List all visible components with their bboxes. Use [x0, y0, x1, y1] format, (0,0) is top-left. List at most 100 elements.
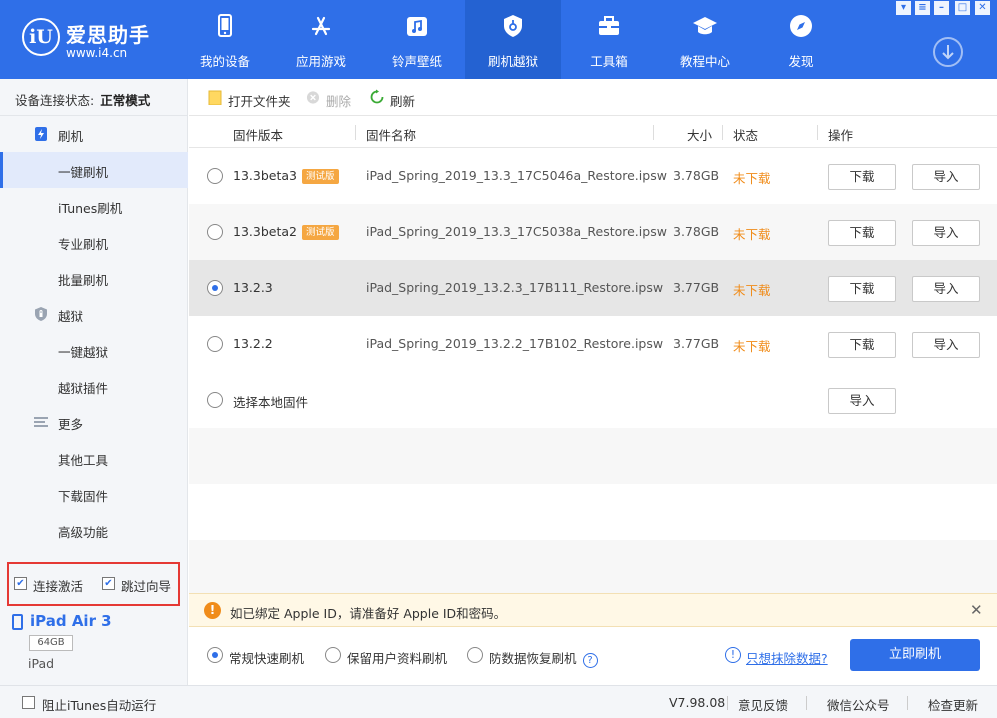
phone-icon [218, 14, 232, 37]
sidebar-item-download-firmware[interactable]: 下载固件 [0, 476, 188, 512]
version-text: 13.3beta3 [233, 168, 297, 183]
nav-toolbox[interactable]: 工具箱 [561, 0, 657, 79]
firmware-radio[interactable] [207, 224, 223, 240]
sidebar-item-one-click-flash[interactable]: 一键刷机 [0, 152, 188, 188]
firmware-status: 未下载 [733, 227, 771, 242]
minimize-button[interactable]: – [934, 1, 949, 15]
nav-discover[interactable]: 发现 [753, 0, 849, 79]
firmware-radio[interactable] [207, 392, 223, 408]
nav-ringtones[interactable]: 铃声壁纸 [369, 0, 465, 79]
shield-icon [504, 15, 522, 37]
flash-now-button[interactable]: 立即刷机 [850, 639, 980, 671]
firmware-size: 3.78GB [673, 224, 720, 239]
notice-close-icon[interactable]: ✕ [970, 601, 983, 619]
apple-id-notice: ! 如已绑定 Apple ID，请准备好 Apple ID和密码。 ✕ [189, 593, 997, 627]
notice-text: 如已绑定 Apple ID，请准备好 Apple ID和密码。 [230, 606, 507, 621]
import-button[interactable]: 导入 [912, 276, 980, 302]
menu-icon: ≡ [918, 2, 927, 13]
compass-icon [790, 15, 812, 37]
firmware-radio[interactable] [207, 336, 223, 352]
firmware-table-header: 固件版本 固件名称 大小 状态 操作 [189, 116, 997, 148]
status-bar: 阻止iTunes自动运行 V7.98.08 意见反馈 微信公众号 检查更新 [0, 685, 997, 718]
download-manager-button[interactable] [933, 37, 963, 67]
sidebar: 设备连接状态: 正常模式 刷机 一键刷机 iTunes刷机 专业刷机 批量刷机 越… [0, 79, 188, 685]
import-button[interactable]: 导入 [912, 164, 980, 190]
radio-unselected [325, 647, 341, 663]
device-name: iPad Air 3 [30, 612, 112, 630]
graduation-cap-icon [693, 17, 717, 35]
firmware-name: iPad_Spring_2019_13.2.3_17B111_Restore.i… [366, 280, 664, 295]
close-window-button[interactable]: ✕ [975, 1, 990, 15]
beta-badge: 测试版 [301, 225, 339, 240]
import-button[interactable]: 导入 [912, 220, 980, 246]
firmware-version: 13.2.2 [233, 336, 273, 351]
column-divider[interactable] [817, 125, 818, 140]
firmware-radio[interactable] [207, 280, 223, 296]
column-divider[interactable] [722, 125, 723, 140]
nav-label: 发现 [788, 54, 814, 69]
empty-row [189, 428, 997, 484]
sidebar-item-advanced[interactable]: 高级功能 [0, 512, 188, 548]
table-row[interactable]: 13.2.2 iPad_Spring_2019_13.2.2_17B102_Re… [189, 316, 997, 372]
table-row[interactable]: 13.2.3 iPad_Spring_2019_13.2.3_17B111_Re… [189, 260, 997, 316]
flash-icon [35, 127, 47, 141]
local-firmware-row[interactable]: 选择本地固件 导入 [189, 372, 997, 428]
firmware-status: 未下载 [733, 339, 771, 354]
check-update-link[interactable]: 检查更新 [928, 695, 978, 714]
firmware-radio[interactable] [207, 168, 223, 184]
maximize-icon: □ [957, 2, 968, 13]
top-bar: iU 爱思助手 www.i4.cn 我的设备 应用游戏 铃声壁纸 刷机越狱 工具… [0, 0, 997, 79]
tablet-icon [12, 614, 23, 630]
sidebar-item-jailbreak-plugins[interactable]: 越狱插件 [0, 368, 188, 404]
sidebar-item-label: 高级功能 [58, 525, 109, 540]
menu-button[interactable]: ≡ [915, 1, 930, 15]
sidebar-item-pro-flash[interactable]: 专业刷机 [0, 224, 188, 260]
import-button[interactable]: 导入 [912, 332, 980, 358]
nav-my-device[interactable]: 我的设备 [177, 0, 273, 79]
mode-label: 保留用户资料刷机 [347, 651, 448, 666]
button-label: 删除 [326, 94, 352, 109]
device-info[interactable]: iPad Air 3 64GB iPad [10, 611, 188, 681]
table-row[interactable]: 13.3beta2 测试版 iPad_Spring_2019_13.3_17C50… [189, 204, 997, 260]
sidebar-item-batch-flash[interactable]: 批量刷机 [0, 260, 188, 296]
minimize-icon: – [939, 2, 944, 13]
firmware-size: 3.77GB [673, 336, 720, 351]
logo-mark: iU [22, 18, 60, 56]
nav-apps-games[interactable]: 应用游戏 [273, 0, 369, 79]
sidebar-item-itunes-flash[interactable]: iTunes刷机 [0, 188, 188, 224]
radio-unselected [467, 647, 483, 663]
nav-label: 应用游戏 [295, 54, 346, 69]
delete-icon [306, 91, 320, 104]
help-icon[interactable]: ? [582, 653, 598, 668]
nav-flash-jailbreak[interactable]: 刷机越狱 [465, 0, 561, 79]
firmware-toolbar: 打开文件夹 删除 刷新 [189, 79, 997, 116]
shield-lock-icon [35, 307, 47, 321]
menu-group-label: 更多 [58, 417, 84, 432]
checkbox-label: 连接激活 [33, 579, 84, 594]
nav-tutorials[interactable]: 教程中心 [657, 0, 753, 79]
sidebar-item-other-tools[interactable]: 其他工具 [0, 440, 188, 476]
sidebar-item-label: 一键刷机 [58, 165, 109, 180]
wechat-link[interactable]: 微信公众号 [827, 695, 890, 714]
arrow-down-icon [942, 45, 954, 60]
table-row[interactable]: 13.3beta3 测试版 iPad_Spring_2019_13.3_17C50… [189, 148, 997, 204]
download-button[interactable]: 下载 [828, 276, 896, 302]
column-divider[interactable] [355, 125, 356, 140]
sidebar-item-label: 下载固件 [58, 489, 109, 504]
download-button[interactable]: 下载 [828, 332, 896, 358]
download-button[interactable]: 下载 [828, 164, 896, 190]
app-logo[interactable]: iU 爱思助手 www.i4.cn [22, 16, 162, 64]
skin-button[interactable]: ▾ [896, 1, 911, 15]
maximize-button[interactable]: □ [955, 1, 970, 15]
download-button[interactable]: 下载 [828, 220, 896, 246]
mode-label: 防数据恢复刷机? [489, 648, 598, 668]
menu-group-flash: 刷机 [0, 116, 188, 152]
sidebar-item-label: 批量刷机 [58, 273, 109, 288]
sidebar-item-label: 专业刷机 [58, 237, 109, 252]
empty-row [189, 540, 997, 593]
import-local-button[interactable]: 导入 [828, 388, 896, 414]
sidebar-item-one-click-jailbreak[interactable]: 一键越狱 [0, 332, 188, 368]
feedback-link[interactable]: 意见反馈 [738, 695, 788, 714]
col-header-action: 操作 [828, 128, 854, 143]
column-divider[interactable] [653, 125, 654, 140]
